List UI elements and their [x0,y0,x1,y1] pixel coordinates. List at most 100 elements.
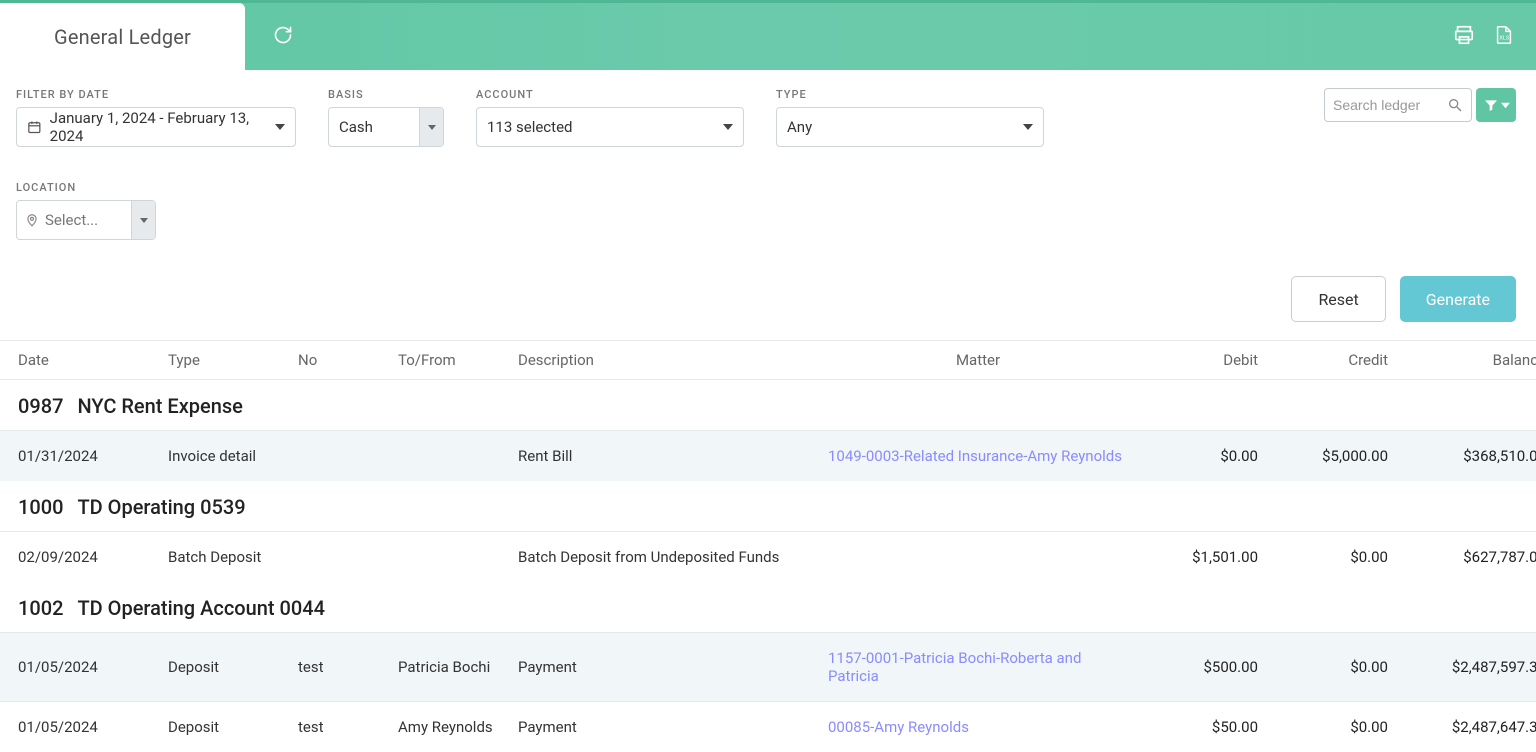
generate-label: Generate [1426,290,1490,309]
filter-basis-group: BASIS Cash [328,88,444,147]
cell-debit: $0.00 [1128,447,1258,465]
filter-type-group: TYPE Any [776,88,1044,147]
table-row: 01/05/2024DeposittestAmy ReynoldsPayment… [0,701,1536,752]
filters-row-2: LOCATION Select... [16,181,1520,240]
chevron-down-icon [1023,124,1033,130]
filter-account-label: ACCOUNT [476,88,744,101]
table-body: 0987NYC Rent Expense01/31/2024Invoice de… [0,380,1536,752]
cell-description: Payment [518,658,828,676]
account-name: NYC Rent Expense [77,394,242,418]
filter-date-group: FILTER BY DATE January 1, 2024 - Februar… [16,88,296,147]
search-icon[interactable] [1447,97,1463,113]
cell-credit: $0.00 [1258,718,1388,736]
cell-credit: $0.00 [1258,658,1388,676]
cell-balance: $368,510.00 [1388,447,1536,465]
basis-value: Cash [329,118,419,136]
generate-button[interactable]: Generate [1400,276,1516,322]
cell-type: Batch Deposit [168,548,298,566]
tab-general-ledger[interactable]: General Ledger [0,3,245,70]
calendar-icon [27,119,42,135]
table-header: Date Type No To/From Description Matter … [0,341,1536,380]
chevron-down-icon [275,124,285,130]
refresh-icon [273,25,293,45]
cell-to-from: Amy Reynolds [398,718,518,736]
xls-icon: XLS [1492,24,1516,46]
cell-type: Deposit [168,658,298,676]
filter-location-group: LOCATION Select... [16,181,1520,240]
filter-toggle-button[interactable] [1476,88,1516,122]
cell-matter: 00085-Amy Reynolds [828,718,1128,736]
account-name: TD Operating Account 0044 [77,596,325,620]
cell-debit: $50.00 [1128,718,1258,736]
cell-balance: $2,487,647.33 [1388,718,1536,736]
col-date: Date [18,351,168,369]
account-code: 0987 [18,394,63,418]
type-select[interactable]: Any [776,107,1044,147]
col-credit: Credit [1258,351,1388,369]
printer-icon [1452,24,1476,46]
ledger-table: Date Type No To/From Description Matter … [0,340,1536,752]
cell-debit: $1,501.00 [1128,548,1258,566]
cell-description: Batch Deposit from Undeposited Funds [518,548,828,566]
table-row: 01/05/2024DeposittestPatricia BochiPayme… [0,632,1536,701]
chevron-down-icon [131,201,155,239]
cell-no: test [298,658,398,676]
basis-select[interactable]: Cash [328,107,444,147]
print-button[interactable] [1452,24,1476,50]
search-area [1324,88,1516,122]
filters-panel: FILTER BY DATE January 1, 2024 - Februar… [0,70,1536,252]
refresh-button[interactable] [273,25,293,49]
filter-basis-label: BASIS [328,88,444,101]
account-code: 1002 [18,596,63,620]
cell-matter: 1049-0003-Related Insurance-Amy Reynolds [828,447,1128,465]
search-box [1324,88,1472,122]
cell-type: Invoice detail [168,447,298,465]
export-xls-button[interactable]: XLS [1492,24,1516,50]
location-value: Select... [45,211,98,229]
col-balance: Balance [1388,351,1536,369]
matter-link[interactable]: 00085-Amy Reynolds [828,718,969,736]
cell-date: 02/09/2024 [18,548,168,566]
tab-label: General Ledger [54,25,191,49]
filter-location-label: LOCATION [16,181,1520,194]
matter-link[interactable]: 1049-0003-Related Insurance-Amy Reynolds [828,447,1122,465]
cell-date: 01/05/2024 [18,718,168,736]
cell-type: Deposit [168,718,298,736]
cell-debit: $500.00 [1128,658,1258,676]
matter-link[interactable]: 1157-0001-Patricia Bochi-Roberta and Pat… [828,649,1081,685]
col-debit: Debit [1128,351,1258,369]
col-no: No [298,351,398,369]
filter-date-label: FILTER BY DATE [16,88,296,101]
cell-to-from: Patricia Bochi [398,658,518,676]
funnel-icon [1483,97,1499,113]
cell-balance: $627,787.03 [1388,548,1536,566]
location-select[interactable]: Select... [16,200,156,240]
reset-button[interactable]: Reset [1291,276,1385,322]
cell-credit: $0.00 [1258,548,1388,566]
account-name: TD Operating 0539 [77,495,245,519]
col-to-from: To/From [398,351,518,369]
filter-account-group: ACCOUNT 113 selected [476,88,744,147]
date-range-picker[interactable]: January 1, 2024 - February 13, 2024 [16,107,296,147]
cell-balance: $2,487,597.33 [1388,658,1536,676]
date-range-value: January 1, 2024 - February 13, 2024 [50,109,267,145]
reset-label: Reset [1318,290,1358,309]
account-select[interactable]: 113 selected [476,107,744,147]
chevron-down-icon [1501,101,1510,110]
cell-matter: 1157-0001-Patricia Bochi-Roberta and Pat… [828,649,1128,685]
actions-row: Reset Generate [0,252,1536,340]
cell-description: Rent Bill [518,447,828,465]
chevron-down-icon [419,108,443,146]
svg-text:XLS: XLS [1499,35,1509,41]
cell-date: 01/05/2024 [18,658,168,676]
col-type: Type [168,351,298,369]
account-group-header: 0987 NYC Rent Expense [0,380,1536,430]
cell-description: Payment [518,718,828,736]
account-value: 113 selected [487,118,572,136]
filter-type-label: TYPE [776,88,1044,101]
header-actions: XLS [1452,24,1516,50]
search-input[interactable] [1333,97,1441,113]
table-row: 02/09/2024Batch Deposit Batch Deposit fro… [0,531,1536,582]
header-bar: General Ledger XLS [0,0,1536,70]
type-value: Any [787,118,812,136]
